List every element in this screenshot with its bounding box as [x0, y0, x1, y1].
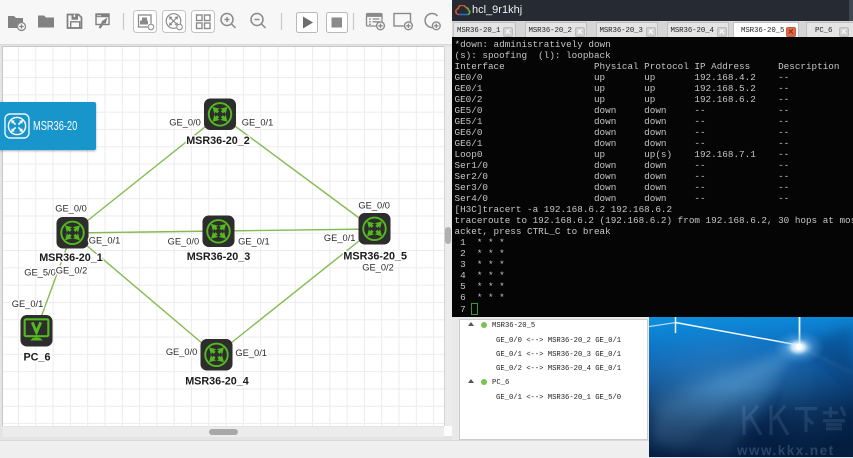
svg-text:GE_0/0: GE_0/0: [55, 204, 87, 214]
svg-text:GE_0/1: GE_0/1: [89, 236, 121, 246]
svg-text:GE_5/0: GE_5/0: [24, 268, 56, 278]
svg-text:GE_0/0: GE_0/0: [166, 347, 198, 357]
svg-text:GE_0/1: GE_0/1: [324, 233, 356, 243]
svg-text:www.kkx.net: www.kkx.net: [736, 443, 835, 457]
svg-text:GE_0/2: GE_0/2: [362, 263, 394, 273]
svg-text:GE_0/1: GE_0/1: [12, 299, 44, 309]
svg-text:PC_6: PC_6: [23, 352, 50, 364]
svg-text:MSR36-20_4: MSR36-20_4: [185, 376, 249, 388]
svg-text:GE_0/0: GE_0/0: [168, 237, 200, 247]
svg-text:GE_0/1: GE_0/1: [238, 237, 270, 247]
svg-text:GE_0/1: GE_0/1: [242, 118, 274, 128]
svg-text:GE_0/2: GE_0/2: [56, 266, 88, 276]
svg-text:MSR36-20_1: MSR36-20_1: [39, 252, 103, 264]
svg-text:GE_0/0: GE_0/0: [169, 118, 201, 128]
svg-text:GE_0/1: GE_0/1: [235, 348, 267, 358]
svg-text:MSR36-20_2: MSR36-20_2: [186, 135, 250, 147]
svg-text:MSR36-20_3: MSR36-20_3: [187, 251, 251, 263]
svg-text:MSR36-20_5: MSR36-20_5: [343, 251, 407, 263]
svg-text:GE_0/0: GE_0/0: [358, 201, 390, 211]
